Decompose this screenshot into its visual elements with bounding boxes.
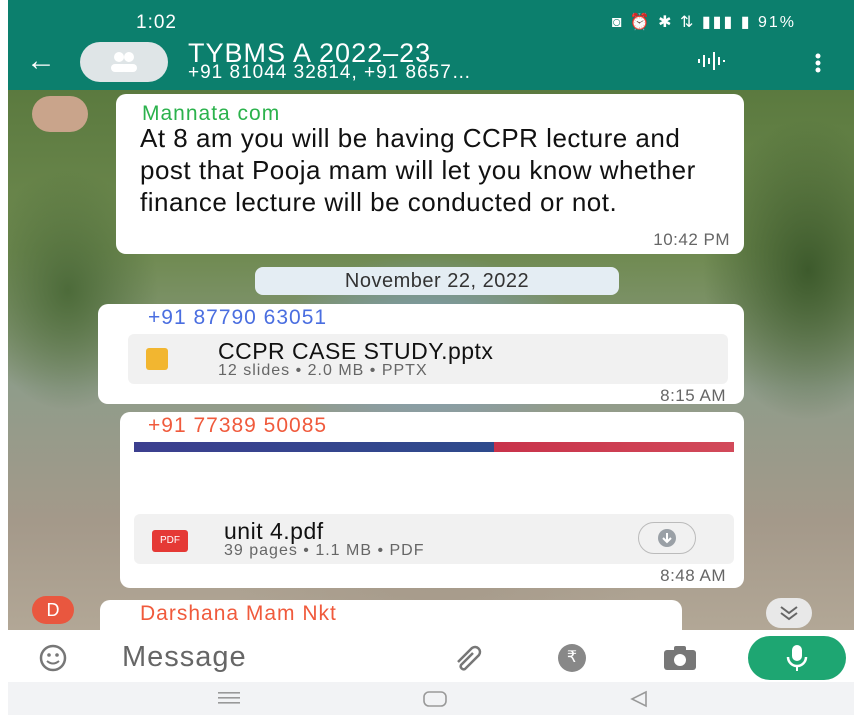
file-meta: 39 pages • 1.1 MB • PDF xyxy=(224,542,425,559)
download-icon xyxy=(658,529,676,547)
file-name: CCPR CASE STUDY.pptx xyxy=(218,338,494,364)
download-button[interactable] xyxy=(638,522,696,554)
chat-header[interactable]: ← TYBMS A 2022–23 +91 81044 32814, +91 8… xyxy=(8,38,854,90)
message-sender[interactable]: +91 77389 50085 xyxy=(148,414,327,438)
document-attachment[interactable]: CCPR CASE STUDY.pptx 12 slides • 2.0 MB … xyxy=(128,334,728,384)
message-text: At 8 am you will be having CCPR lecture … xyxy=(140,123,696,217)
message-composer[interactable]: Message ₹ xyxy=(20,636,740,680)
message-time: 8:48 AM xyxy=(660,566,726,585)
voice-call-icon[interactable] xyxy=(696,50,726,72)
sender-avatar[interactable] xyxy=(32,96,88,132)
back-arrow-icon[interactable]: ← xyxy=(26,46,56,76)
emoji-icon[interactable] xyxy=(38,644,68,672)
chat-area[interactable]: Mannata com At 8 am you will be having C… xyxy=(8,90,854,640)
screen: 1:02 ◙ ⏰ ✱ ⇅ ▮▮▮ ▮ 91% ← TYBMS A 2022–23… xyxy=(8,0,854,715)
scroll-to-bottom-button[interactable] xyxy=(766,598,812,628)
message-time: 8:15 AM xyxy=(660,386,726,405)
group-people-icon xyxy=(111,52,137,72)
system-nav-bar xyxy=(8,682,854,715)
message-bubble[interactable]: Darshana Mam Nkt xyxy=(100,600,682,640)
attach-icon[interactable] xyxy=(452,642,488,672)
date-chip: November 22, 2022 xyxy=(255,267,619,295)
microphone-icon xyxy=(786,645,808,671)
camera-icon[interactable] xyxy=(662,644,698,672)
document-preview[interactable] xyxy=(134,452,734,514)
document-attachment[interactable]: PDF unit 4.pdf 39 pages • 1.1 MB • PDF xyxy=(134,514,734,564)
message-sender[interactable]: +91 87790 63051 xyxy=(148,306,327,330)
status-time: 1:02 xyxy=(136,12,177,33)
document-preview-stripe xyxy=(134,442,734,452)
back-nav-icon[interactable] xyxy=(628,690,650,708)
sender-avatar[interactable]: D xyxy=(32,596,74,624)
group-members[interactable]: +91 81044 32814, +91 8657… xyxy=(188,62,472,84)
message-input[interactable]: Message xyxy=(122,641,247,674)
status-bar: 1:02 ◙ ⏰ ✱ ⇅ ▮▮▮ ▮ 91% xyxy=(8,0,854,40)
home-icon[interactable] xyxy=(422,690,448,708)
message-bubble[interactable]: +91 87790 63051 CCPR CASE STUDY.pptx 12 … xyxy=(98,304,744,405)
file-name: unit 4.pdf xyxy=(224,518,324,544)
message-bubble[interactable]: Mannata com At 8 am you will be having C… xyxy=(116,94,744,254)
status-icons: ◙ ⏰ ✱ ⇅ ▮▮▮ ▮ 91% xyxy=(611,14,796,31)
message-time: 10:42 PM xyxy=(653,230,730,249)
message-sender[interactable]: Darshana Mam Nkt xyxy=(140,602,337,626)
voice-record-button[interactable] xyxy=(748,636,846,680)
more-options-icon[interactable] xyxy=(814,52,822,74)
recent-apps-icon[interactable] xyxy=(216,690,242,706)
message-bubble[interactable]: +91 77389 50085 PDF unit 4.pdf 39 pages … xyxy=(120,412,744,588)
group-avatar-icon[interactable] xyxy=(80,42,168,82)
pdf-file-icon: PDF xyxy=(152,530,188,552)
file-meta: 12 slides • 2.0 MB • PPTX xyxy=(218,362,428,379)
payment-icon[interactable]: ₹ xyxy=(558,644,586,672)
pptx-file-icon xyxy=(146,348,168,370)
double-chevron-down-icon xyxy=(780,606,798,621)
